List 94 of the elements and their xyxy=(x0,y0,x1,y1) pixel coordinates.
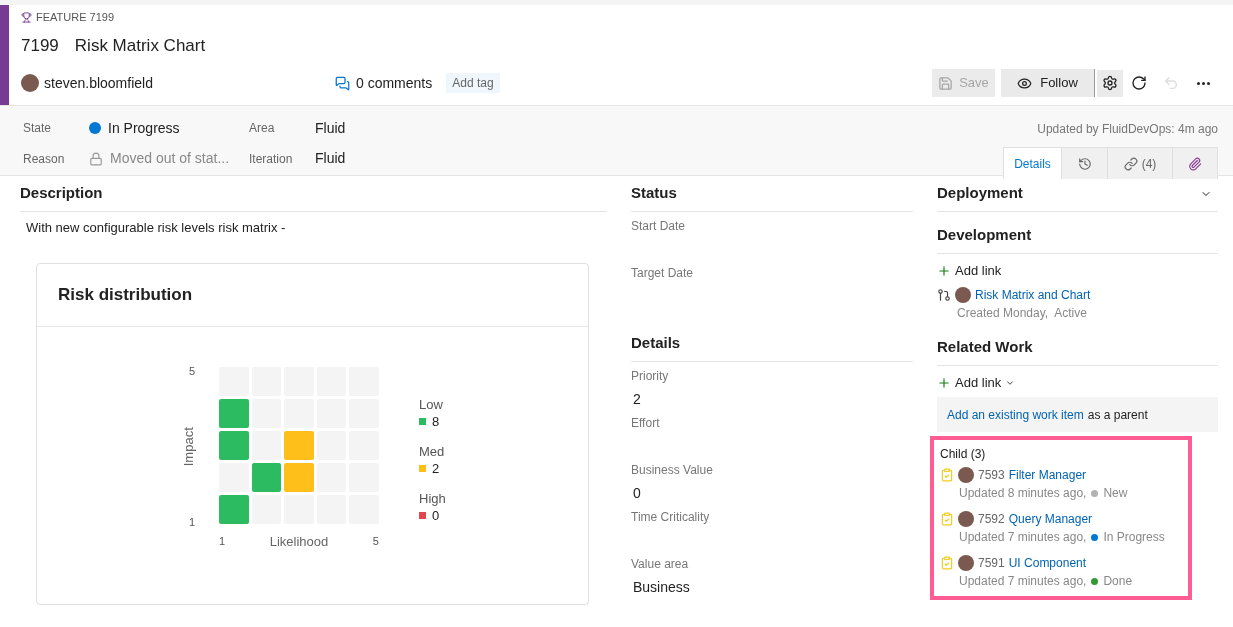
legend-count: 0 xyxy=(432,506,440,525)
pull-request-link[interactable]: Risk Matrix and Chart xyxy=(975,286,1091,304)
add-parent-link[interactable]: Add an existing work item xyxy=(947,405,1084,424)
child-updated: Updated 7 minutes ago, xyxy=(959,573,1087,590)
assignee-name[interactable]: steven.bloomfield xyxy=(44,72,153,94)
paperclip-icon xyxy=(1188,156,1202,171)
child-updated: Updated 7 minutes ago, xyxy=(959,529,1087,546)
field-value[interactable]: 0 xyxy=(633,483,913,504)
axis-tick: 1 xyxy=(189,514,196,530)
follow-button[interactable]: Follow xyxy=(1001,69,1095,97)
field-value: Moved out of stat... xyxy=(110,149,230,168)
lock-icon xyxy=(89,151,103,166)
axis-label: Likelihood xyxy=(269,532,329,551)
description-text[interactable]: With new configurable risk levels risk matrix - xyxy=(26,218,607,238)
axis-tick: 1 xyxy=(219,534,226,549)
child-updated: Updated 8 minutes ago, xyxy=(959,485,1087,502)
axis-tick: 5 xyxy=(189,363,196,379)
section-heading: Related Work xyxy=(937,337,1033,358)
clipboard-icon xyxy=(940,512,954,526)
add-link-button[interactable]: Add link xyxy=(937,372,1016,394)
child-id: 7591 xyxy=(978,555,1005,572)
child-link[interactable]: UI Component xyxy=(1008,554,1087,572)
field-value[interactable]: Fluid xyxy=(315,117,346,139)
avatar xyxy=(958,555,974,571)
field-label: Area xyxy=(249,120,276,137)
avatar xyxy=(21,74,39,92)
section-heading: Development xyxy=(937,225,1032,246)
comments-link[interactable]: 0 comments xyxy=(356,72,433,94)
child-state: New xyxy=(1103,485,1128,502)
card-title: Risk distribution xyxy=(58,283,193,306)
pull-request-meta: Created Monday, Active xyxy=(957,305,1088,322)
pull-request-icon xyxy=(937,288,951,302)
legend-label: High xyxy=(419,490,446,507)
child-id: 7592 xyxy=(978,511,1005,528)
tab[interactable]: (4) xyxy=(1107,147,1172,179)
work-item-title[interactable]: Risk Matrix Chart xyxy=(74,33,206,59)
field-label: Iteration xyxy=(249,150,294,168)
field-label: Reason xyxy=(23,150,66,168)
settings-icon xyxy=(1102,75,1118,91)
tab[interactable] xyxy=(1172,147,1218,179)
field-value[interactable]: In Progress xyxy=(108,117,180,139)
caret-icon xyxy=(1005,378,1016,388)
work-item-id: 7199 xyxy=(21,35,59,58)
child-link[interactable]: Query Manager xyxy=(1008,510,1093,528)
section-heading: Deployment xyxy=(937,183,1023,204)
legend-label: Low xyxy=(419,396,444,413)
field-value[interactable]: 2 xyxy=(633,389,913,410)
more-icon xyxy=(1196,81,1210,85)
refresh-icon xyxy=(1131,75,1147,91)
field-label: Value area xyxy=(631,556,690,572)
tab[interactable] xyxy=(1061,147,1107,179)
section-heading: Details xyxy=(631,333,681,354)
field-label: Priority xyxy=(631,368,670,384)
child-state: In Progress xyxy=(1103,529,1165,546)
history-icon xyxy=(1077,156,1092,171)
field-value[interactable]: Fluid xyxy=(315,148,346,169)
avatar xyxy=(955,287,971,303)
field-label: Business Value xyxy=(631,462,714,478)
parent-hint-text: as a parent xyxy=(1087,406,1148,424)
trophy-icon xyxy=(21,11,32,23)
clipboard-icon xyxy=(940,468,954,482)
child-link[interactable]: Filter Manager xyxy=(1008,466,1087,484)
avatar xyxy=(958,511,974,527)
add-tag-button[interactable]: Add tag xyxy=(446,73,500,93)
plus-icon xyxy=(937,264,951,278)
work-item-type: FEATURE 7199 xyxy=(36,9,115,25)
settings-button[interactable] xyxy=(1097,69,1123,97)
child-id: 7593 xyxy=(978,467,1005,484)
section-heading: Description xyxy=(20,183,103,204)
eye-icon xyxy=(1017,75,1033,91)
avatar xyxy=(958,467,974,483)
comments-icon xyxy=(335,75,350,91)
field-value[interactable]: Business xyxy=(633,577,913,598)
tab[interactable]: Details xyxy=(1003,147,1061,179)
clipboard-icon xyxy=(940,556,954,570)
axis-tick: 5 xyxy=(372,534,379,549)
child-group-label: Child (3) xyxy=(940,446,987,462)
legend-label: Med xyxy=(419,443,446,460)
legend-count: 2 xyxy=(432,459,440,478)
field-label: State xyxy=(23,120,53,137)
legend-count: 8 xyxy=(432,412,440,431)
save-icon xyxy=(938,75,954,91)
plus-icon xyxy=(937,376,951,390)
axis-label: Impact xyxy=(179,426,197,466)
field-label: Time Criticality xyxy=(631,509,711,525)
child-state: Done xyxy=(1103,573,1133,590)
field-label: Start Date xyxy=(631,218,687,234)
link-icon xyxy=(1123,156,1138,171)
field-label: Target Date xyxy=(631,265,695,281)
undo-icon xyxy=(1163,75,1179,91)
field-label: Effort xyxy=(631,415,661,431)
updated-by-text: Updated by FluidDevOps: 4m ago xyxy=(1037,121,1218,138)
add-link-button[interactable]: Add link xyxy=(937,260,1002,282)
section-heading: Status xyxy=(631,183,677,204)
